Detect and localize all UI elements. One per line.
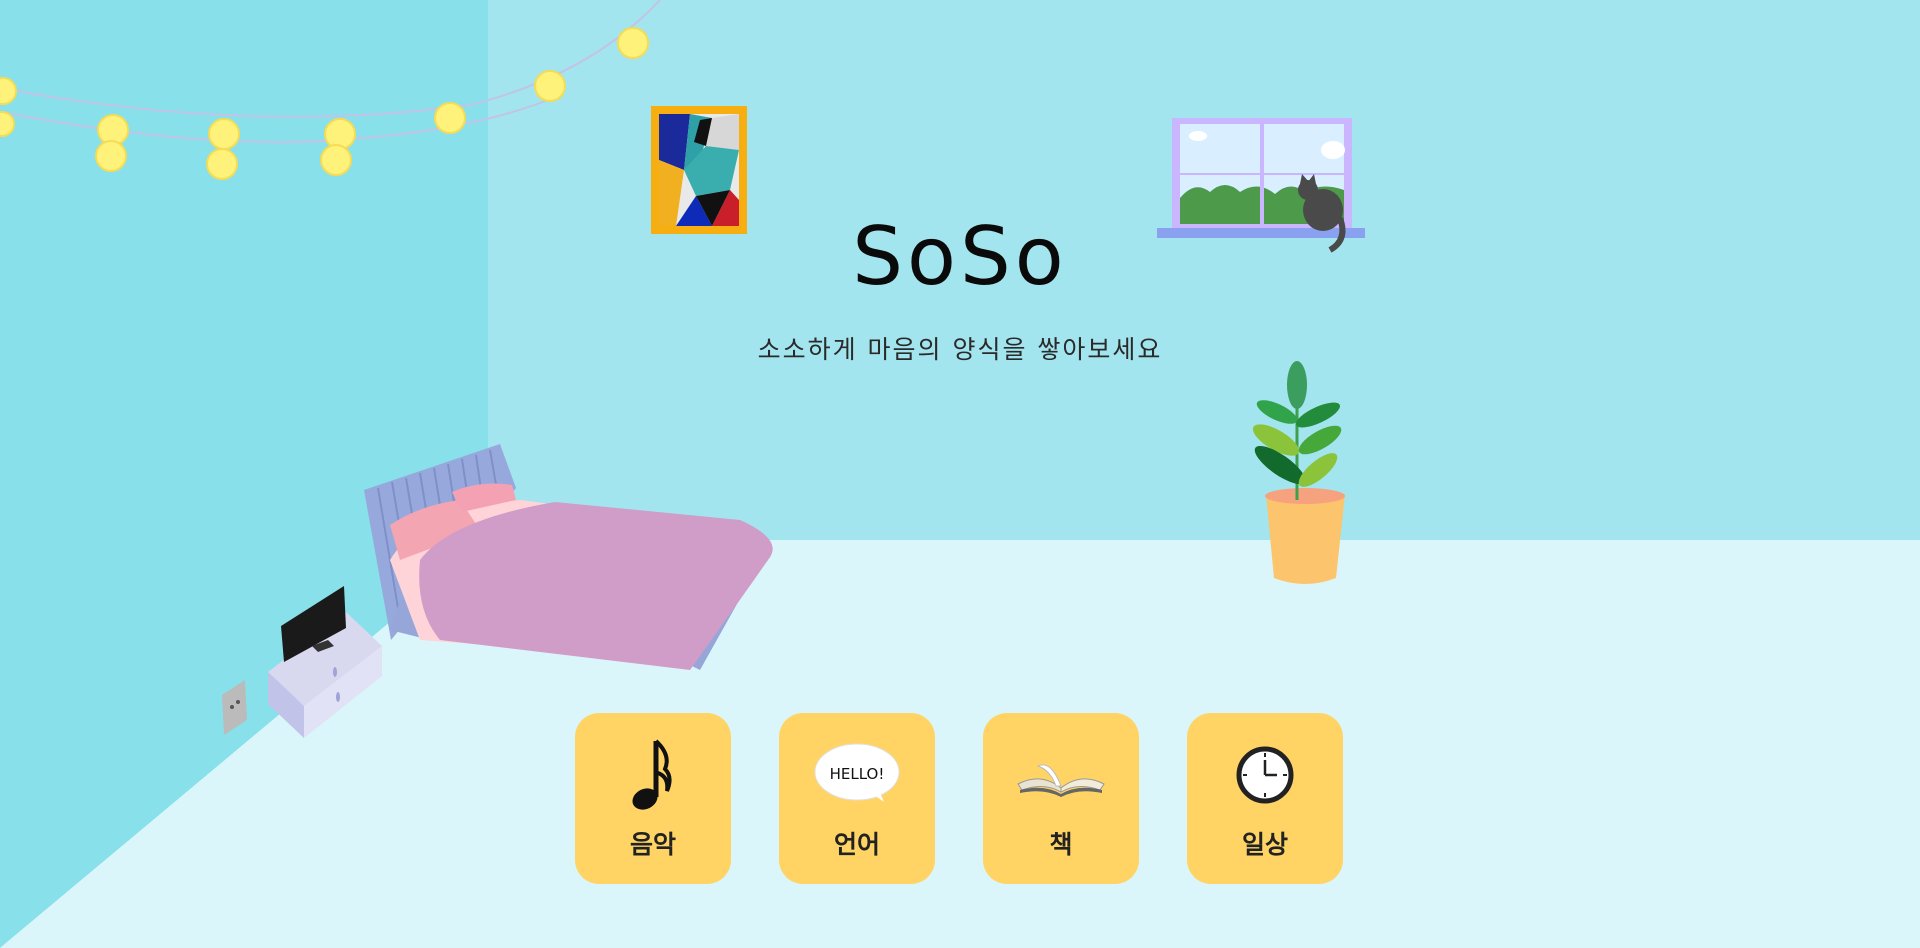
- app-title: SoSo: [852, 210, 1068, 303]
- daily-card-label: 일상: [1241, 830, 1288, 859]
- music-card[interactable]: 음악: [575, 713, 731, 884]
- svg-text:HELLO!: HELLO!: [830, 765, 885, 783]
- music-note-icon: [603, 735, 703, 815]
- clock-icon: [1215, 735, 1315, 815]
- book-card[interactable]: 책: [983, 713, 1139, 884]
- music-card-label: 음악: [629, 830, 676, 859]
- language-card[interactable]: HELLO! 언어: [779, 713, 935, 884]
- daily-card[interactable]: 일상: [1187, 713, 1343, 884]
- open-book-icon: [1011, 735, 1111, 815]
- app-subtitle: 소소하게 마음의 양식을 쌓아보세요: [757, 335, 1163, 364]
- hello-speech-bubble-icon: HELLO!: [807, 735, 907, 815]
- book-card-label: 책: [1049, 830, 1073, 859]
- category-menu: 음악 HELLO! 언어 책 일상: [575, 713, 1343, 884]
- language-card-label: 언어: [833, 830, 880, 859]
